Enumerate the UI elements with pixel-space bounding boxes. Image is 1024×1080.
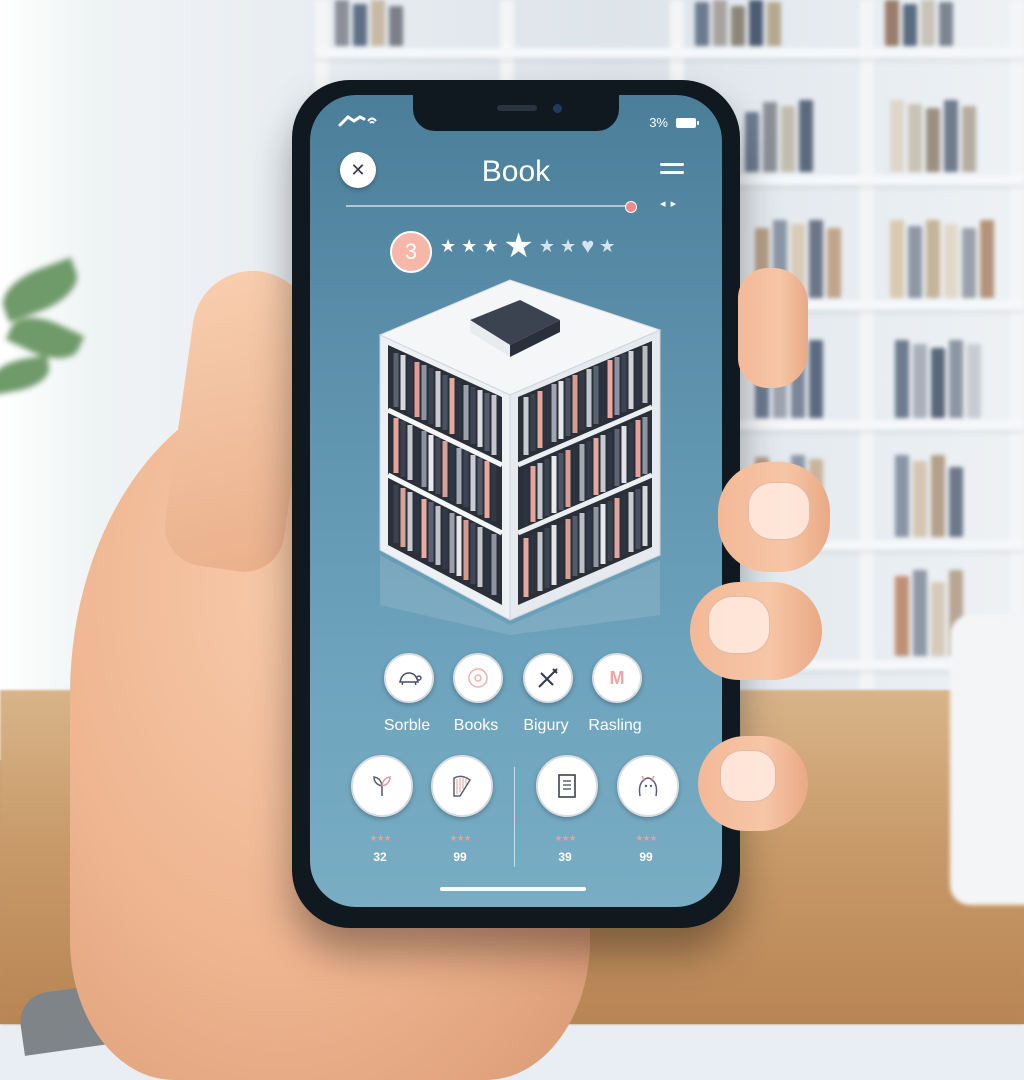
star-icon[interactable]: ★ <box>560 237 576 255</box>
crossed-tools-icon <box>538 668 558 688</box>
turtle-icon <box>399 672 422 686</box>
signal-icon <box>338 113 378 130</box>
battery-icon <box>676 117 699 128</box>
stat-value-harp: 99 <box>453 850 467 864</box>
creature-icon <box>638 775 658 797</box>
battery-text: 3% <box>649 115 668 130</box>
harp-icon <box>453 775 472 797</box>
stat-button-harp[interactable] <box>431 755 493 817</box>
status-bar-left <box>338 113 378 130</box>
media-progress-track[interactable] <box>346 201 638 213</box>
stat-button-creature[interactable] <box>617 755 679 817</box>
speaker-grille <box>497 105 537 111</box>
notch <box>413 95 619 131</box>
front-camera <box>553 104 562 113</box>
stat-stars: ★★★ <box>635 833 657 843</box>
stats-divider <box>514 767 515 867</box>
rank-badge: 3 <box>390 231 432 273</box>
star-icon[interactable]: ★ <box>461 237 477 255</box>
phone-screen: 3% ✕ Book ◂ ▸ 3 ★ ★ ★ ★ ★ ★ ♥ ★ M Sorble… <box>310 95 722 907</box>
star-icon[interactable]: ★ <box>440 237 456 255</box>
category-button-bigury[interactable] <box>523 653 573 703</box>
circle-icon <box>468 668 488 688</box>
rating-row[interactable]: ★ ★ ★ ★ ★ ★ ♥ ★ <box>440 229 615 263</box>
stat-value-document: 39 <box>558 850 572 864</box>
star-icon[interactable]: ★ <box>539 237 555 255</box>
progress-scrubber[interactable] <box>625 201 638 213</box>
star-large-icon[interactable]: ★ <box>503 229 533 263</box>
category-label-rasling: Rasling <box>588 717 642 734</box>
letter-m-icon: M <box>609 667 625 688</box>
volume-icon[interactable]: ◂ ▸ <box>660 197 677 210</box>
fingernail <box>720 750 776 802</box>
star-icon[interactable]: ★ <box>599 237 615 255</box>
fingernail <box>708 596 770 654</box>
stat-stars: ★★★ <box>449 833 471 843</box>
plant-icon <box>373 776 391 796</box>
heart-icon[interactable]: ♥ <box>581 235 594 257</box>
stat-value-creature: 99 <box>639 850 653 864</box>
background-sofa <box>950 615 1024 905</box>
status-bar-right: 3% <box>649 115 699 130</box>
bookshelf-cube-3d[interactable] <box>370 275 670 635</box>
stat-value-plant: 32 <box>373 850 387 864</box>
finger-index <box>738 268 808 388</box>
stat-button-document[interactable] <box>536 755 598 817</box>
menu-button[interactable] <box>660 163 684 177</box>
category-button-rasling[interactable]: M <box>592 653 642 703</box>
stat-stars: ★★★ <box>369 833 391 843</box>
document-icon <box>558 774 576 798</box>
stat-stars: ★★★ <box>554 833 576 843</box>
stat-button-plant[interactable] <box>351 755 413 817</box>
fingernail <box>748 482 810 540</box>
hamburger-menu-icon <box>660 163 684 166</box>
category-button-sorble[interactable] <box>384 653 434 703</box>
star-icon[interactable]: ★ <box>482 237 498 255</box>
background-plant <box>0 250 110 430</box>
category-button-books[interactable] <box>453 653 503 703</box>
home-indicator[interactable] <box>440 887 586 891</box>
